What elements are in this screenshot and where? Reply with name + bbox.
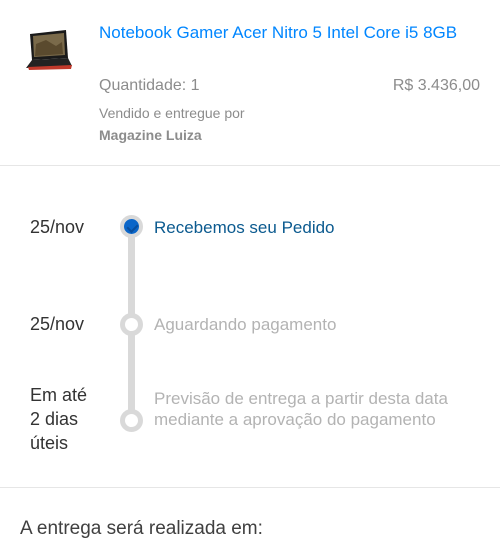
pending-step-icon xyxy=(120,313,143,336)
step-date: 25/nov xyxy=(30,314,85,334)
step-date-line: úteis xyxy=(30,433,69,453)
product-quantity: Quantidade: 1 xyxy=(99,77,200,94)
step-label: Previsão de entrega a partir desta data … xyxy=(154,389,448,429)
delivery-address-heading: A entrega será realizada em: xyxy=(20,518,263,539)
pending-step-icon xyxy=(120,409,143,432)
order-product-card: Notebook Gamer Acer Nitro 5 Intel Core i… xyxy=(0,0,500,166)
product-price: R$ 3.436,00 xyxy=(392,77,480,94)
laptop-icon xyxy=(26,30,72,70)
check-icon xyxy=(120,215,143,238)
sold-by-label: Vendido e entregue por xyxy=(99,105,245,121)
seller-name: Magazine Luiza xyxy=(99,127,202,143)
step-date-line: Em até xyxy=(30,385,88,405)
product-thumbnail[interactable] xyxy=(22,24,74,76)
order-status-timeline: 25/nov Recebemos seu Pedido 25/nov Aguar… xyxy=(0,166,500,488)
step-label: Recebemos seu Pedido xyxy=(154,218,335,237)
step-date: 25/nov xyxy=(30,217,85,237)
product-title-link[interactable]: Notebook Gamer Acer Nitro 5 Intel Core i… xyxy=(99,22,479,44)
step-label: Aguardando pagamento xyxy=(154,315,337,334)
step-date-line: 2 dias xyxy=(30,409,79,429)
